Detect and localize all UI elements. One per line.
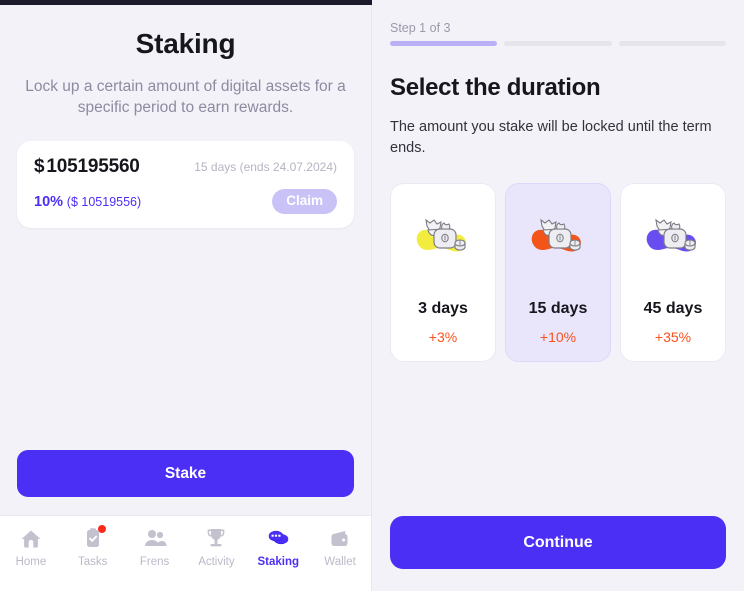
page-subtitle: Lock up a certain amount of digital asse… [25,78,346,116]
section-description: The amount you stake will be locked unti… [390,119,712,156]
stake-button-container: Stake [0,450,371,515]
step-progress [390,41,726,46]
active-stake-card[interactable]: $105195560 15 days (ends 24.07.2024) 10%… [17,141,354,228]
duration-option-45-days[interactable]: 45 days +35% [620,183,726,362]
home-icon [18,526,44,551]
nav-label-frens: Frens [139,556,170,568]
stake-yield-amount: ($ 10519556) [66,194,142,209]
stake-amount-value: 105195560 [46,156,140,177]
continue-button[interactable]: Continue [390,516,726,569]
nav-item-frens[interactable]: Frens [124,526,186,568]
stake-card-bottom-row: 10% ($ 10519556) Claim [34,189,337,214]
nav-item-wallet[interactable]: Wallet [309,526,371,568]
duration-bonus-3-days: +3% [428,329,458,345]
step-indicator-label: Step 1 of 3 [390,21,451,35]
duration-label-45-days: 45 days [643,300,703,317]
duration-option-15-days[interactable]: 15 days +10% [505,183,611,362]
step-bar-1 [390,41,498,46]
nav-label-home: Home [15,556,47,568]
duration-option-3-days[interactable]: 3 days +3% [390,183,496,362]
tasks-badge-dot [97,525,106,533]
bottom-navigation: Home Tasks Frens Activity Staking Wallet [0,515,371,591]
duration-label-15-days: 15 days [528,300,588,317]
nav-item-tasks[interactable]: Tasks [62,525,124,568]
claim-button[interactable]: Claim [272,189,337,214]
nav-label-tasks: Tasks [78,556,108,568]
money-bag-icon [521,200,595,274]
wallet-icon [327,526,353,551]
nav-label-staking: Staking [257,556,299,568]
duration-label-3-days: 3 days [418,300,468,317]
clipboard-check-icon [80,525,106,551]
stake-yield: 10% ($ 10519556) [34,194,141,210]
coins-icon [265,526,291,551]
nav-label-wallet: Wallet [324,556,356,568]
nav-label-activity: Activity [198,556,235,568]
stake-term: 15 days (ends 24.07.2024) [194,160,337,174]
left-panel: Staking Lock up a certain amount of digi… [0,0,372,591]
stake-yield-percent: 10% [34,193,64,210]
money-bag-icon [406,200,480,274]
duration-options: 3 days +3% 15 days +10% 45 days +35% [390,183,726,362]
section-heading: Select the duration [390,74,601,101]
right-spacer [390,362,726,516]
duration-bonus-15-days: +10% [539,329,577,345]
left-content: Staking Lock up a certain amount of digi… [0,0,371,228]
status-bar [0,0,372,5]
step-bar-3 [618,41,726,46]
right-panel: Step 1 of 3 Select the duration The amou… [372,0,744,591]
currency-symbol: $ [34,156,45,177]
money-bag-icon [636,200,710,274]
stake-card-top-row: $105195560 15 days (ends 24.07.2024) [34,156,337,178]
duration-bonus-45-days: +35% [654,329,692,345]
stake-amount: $105195560 [34,156,140,178]
nav-item-staking[interactable]: Staking [247,526,309,568]
left-spacer [0,228,371,450]
continue-button-container: Continue [390,516,726,591]
people-icon [142,526,168,551]
app-root: Staking Lock up a certain amount of digi… [0,0,744,591]
step-bar-2 [504,41,612,46]
trophy-icon [203,526,229,551]
nav-item-activity[interactable]: Activity [185,526,247,568]
stake-button[interactable]: Stake [17,450,354,497]
page-title: Staking [135,28,236,59]
nav-item-home[interactable]: Home [0,526,62,568]
